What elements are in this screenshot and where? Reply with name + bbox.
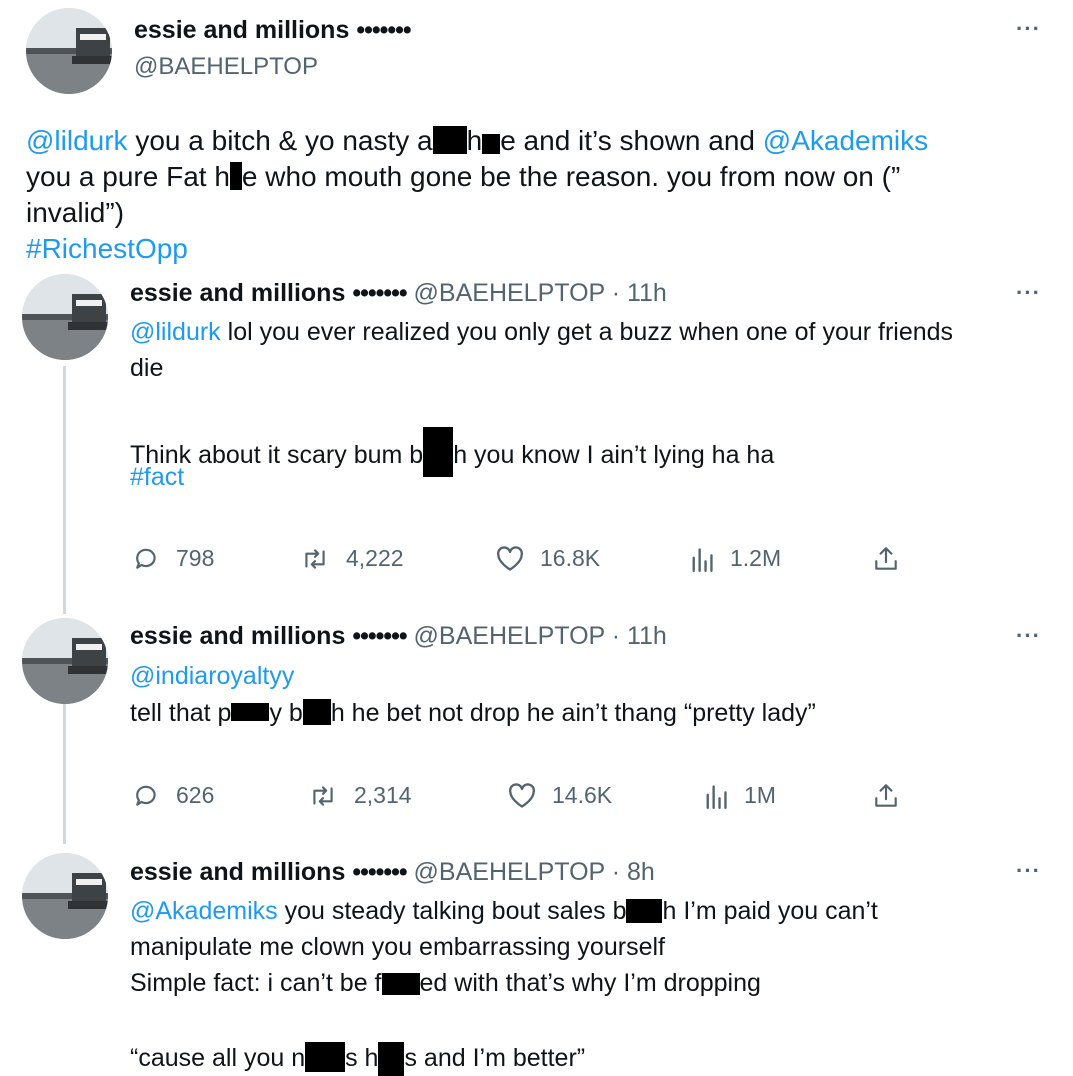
views-button[interactable]: 1M — [704, 782, 776, 809]
repost-button[interactable]: 2,314 — [308, 782, 412, 809]
like-button[interactable]: 14.6K — [508, 782, 612, 809]
reply-icon — [136, 785, 156, 806]
redaction — [423, 427, 454, 477]
tweet-text-line: “cause all you ns hs and I’m better” — [130, 1042, 585, 1076]
tweet-text-line: invalid”) — [26, 197, 125, 228]
name-suffix: ••••••• — [356, 16, 411, 44]
mention-link[interactable]: @Akademiks — [763, 125, 928, 156]
reply-button[interactable]: 798 — [134, 545, 214, 572]
name-suffix: ••••••• — [352, 858, 407, 886]
mention-link[interactable]: @lildurk — [130, 318, 221, 346]
redaction — [229, 162, 242, 190]
mention-link[interactable]: @Akademiks — [130, 897, 278, 925]
display-name[interactable]: essie and millions — [130, 858, 345, 886]
handle-and-time[interactable]: @BAEHELPTOP · 11h — [414, 279, 667, 307]
hashtag-link[interactable]: #RichestOpp — [26, 233, 188, 265]
like-count: 14.6K — [552, 782, 613, 808]
share-button[interactable] — [873, 782, 899, 810]
tweet-text-line: tell that py bh he bet not drop he ain’t… — [130, 699, 816, 727]
more-icon[interactable]: ··· — [1016, 623, 1041, 649]
tweet-text-line: you a pure Fat he who mouth gone be the … — [26, 161, 901, 192]
author-name-row[interactable]: essie and millions ••••••• @BAEHELPTOP ·… — [130, 279, 667, 308]
repost-icon — [305, 548, 325, 569]
repost-count: 2,314 — [354, 782, 412, 808]
repost-button[interactable]: 4,222 — [300, 545, 404, 572]
reply-count: 798 — [176, 545, 215, 571]
tweet-text-line: Think about it scary bum bh you know I a… — [130, 427, 774, 477]
redaction — [482, 134, 501, 154]
mention-link[interactable]: @lildurk — [26, 125, 128, 156]
redaction — [626, 899, 663, 923]
avatar[interactable] — [22, 853, 108, 939]
hashtag-link[interactable]: #fact — [130, 463, 184, 492]
views-icon — [692, 547, 713, 572]
reply-icon — [136, 548, 156, 569]
repost-icon — [313, 785, 333, 806]
avatar[interactable] — [26, 8, 112, 94]
display-name[interactable]: essie and millions — [134, 16, 349, 44]
like-count: 16.8K — [540, 545, 601, 571]
thread-line — [63, 704, 66, 844]
redaction — [378, 1042, 405, 1076]
tweet-text-line: @lildurk lol you ever realized you only … — [130, 318, 954, 346]
views-count: 1M — [744, 782, 776, 808]
views-button[interactable]: 1.2M — [690, 545, 781, 572]
mention-link[interactable]: @indiaroyaltyy — [130, 662, 294, 691]
views-icon — [706, 784, 727, 809]
author-name-row[interactable]: essie and millions ••••••• — [134, 16, 412, 45]
avatar[interactable] — [22, 274, 108, 360]
handle-and-time[interactable]: @BAEHELPTOP · 8h — [414, 858, 655, 886]
share-button[interactable] — [873, 545, 899, 573]
name-suffix: ••••••• — [352, 279, 407, 307]
views-count: 1.2M — [730, 545, 782, 571]
author-name-row[interactable]: essie and millions ••••••• @BAEHELPTOP ·… — [130, 622, 667, 651]
author-name-row[interactable]: essie and millions ••••••• @BAEHELPTOP ·… — [130, 858, 655, 887]
like-icon — [509, 782, 535, 808]
avatar[interactable] — [22, 618, 108, 704]
more-icon[interactable]: ··· — [1016, 858, 1041, 884]
share-icon — [875, 784, 897, 807]
more-icon[interactable]: ··· — [1016, 16, 1041, 42]
like-icon — [497, 545, 523, 571]
tweet-text-line: @lildurk you a bitch & yo nasty ahe and … — [26, 125, 929, 156]
redaction — [432, 126, 467, 154]
redaction — [305, 1042, 346, 1072]
repost-count: 4,222 — [346, 545, 404, 571]
like-button[interactable]: 16.8K — [496, 545, 600, 572]
tweet-text-line: manipulate me clown you embarrassing you… — [130, 933, 665, 961]
display-name[interactable]: essie and millions — [130, 622, 345, 650]
author-handle[interactable]: @BAEHELPTOP — [134, 53, 318, 81]
reply-button[interactable]: 626 — [134, 782, 214, 809]
share-icon — [875, 547, 897, 570]
redaction — [302, 699, 331, 725]
display-name[interactable]: essie and millions — [130, 279, 345, 307]
more-icon[interactable]: ··· — [1016, 280, 1041, 306]
tweet-text-line: die — [130, 354, 164, 382]
handle-and-time[interactable]: @BAEHELPTOP · 11h — [414, 622, 667, 650]
reply-count: 626 — [176, 782, 215, 808]
redaction — [381, 973, 420, 995]
thread-line — [63, 366, 66, 614]
tweet-text-line: @Akademiks you steady talking bout sales… — [130, 897, 878, 925]
tweet-text-line: Simple fact: i can’t be f ed with that’s … — [130, 969, 761, 997]
redaction — [231, 703, 270, 721]
name-suffix: ••••••• — [352, 622, 407, 650]
